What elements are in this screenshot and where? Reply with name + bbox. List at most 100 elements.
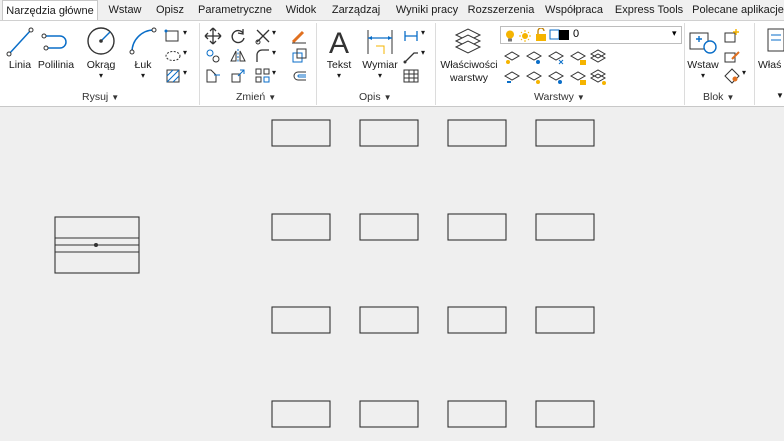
circle-icon[interactable]: [85, 25, 117, 57]
arc-dropdown-icon[interactable]: ▾: [138, 71, 148, 80]
desk-rectangle[interactable]: [359, 306, 419, 334]
mirror-icon[interactable]: [229, 47, 247, 65]
layer-dropdown-arrow-icon[interactable]: ▾: [672, 28, 677, 39]
rectangle-dropdown-icon[interactable]: ▾: [183, 28, 187, 37]
scale-icon[interactable]: [229, 67, 247, 85]
desk-rectangle[interactable]: [447, 213, 507, 241]
layer-states-icon[interactable]: [589, 48, 607, 66]
desk-rectangle[interactable]: [535, 213, 595, 241]
panel-title-blok[interactable]: Blok ▼: [703, 91, 734, 103]
panel-title-opis[interactable]: Opis ▼: [359, 91, 392, 103]
desk-rectangle[interactable]: [535, 400, 595, 428]
polyline-tool-label[interactable]: Polilinia: [36, 59, 76, 71]
text-dropdown-icon[interactable]: ▾: [334, 71, 344, 80]
layer-properties-icon[interactable]: [450, 25, 484, 55]
layer-unisolate-icon[interactable]: [525, 68, 543, 86]
table-icon[interactable]: [402, 67, 420, 85]
text-icon[interactable]: A: [325, 26, 353, 58]
desk-rectangle[interactable]: [359, 213, 419, 241]
chevron-down-icon[interactable]: ▼: [776, 91, 784, 100]
drawing-canvas[interactable]: [0, 107, 784, 441]
properties-label[interactable]: Właś: [758, 59, 781, 71]
line-tool-label[interactable]: Linia: [6, 59, 34, 71]
desk-rectangle[interactable]: [359, 119, 419, 147]
tab-parametryczne[interactable]: Parametryczne: [196, 0, 274, 20]
arc-tool-label[interactable]: Łuk: [130, 59, 156, 71]
desk-rectangle[interactable]: [271, 213, 331, 241]
hatch-icon[interactable]: [164, 47, 182, 65]
hatch-dropdown-icon[interactable]: ▾: [183, 48, 187, 57]
layer-dropdown[interactable]: 0 ▾: [500, 26, 682, 44]
desk-rectangle[interactable]: [271, 400, 331, 428]
panel-title-zmien[interactable]: Zmień ▼: [236, 91, 276, 103]
layer-isolate-icon[interactable]: [525, 48, 543, 66]
array-icon[interactable]: [254, 67, 272, 85]
desk-rectangle[interactable]: [535, 306, 595, 334]
tab-opisz[interactable]: Opisz: [152, 0, 188, 20]
text-tool-label[interactable]: Tekst: [322, 59, 356, 71]
circle-dropdown-icon[interactable]: ▾: [96, 71, 106, 80]
dimension-tool-label[interactable]: Wymiar: [361, 59, 399, 71]
layer-off-icon[interactable]: [547, 68, 565, 86]
unlock-icon[interactable]: [535, 27, 547, 41]
desk-rectangle[interactable]: [271, 119, 331, 147]
multileader-icon[interactable]: [402, 47, 420, 65]
explode-icon[interactable]: [290, 47, 308, 65]
desk-rectangle[interactable]: [447, 400, 507, 428]
tab-widok[interactable]: Widok: [282, 0, 320, 20]
trim-icon[interactable]: [254, 27, 272, 45]
stretch-icon[interactable]: [204, 67, 222, 85]
line-icon[interactable]: [5, 26, 35, 58]
arc-icon[interactable]: [128, 26, 158, 56]
gradient-dropdown-icon[interactable]: ▾: [183, 68, 187, 77]
copy-icon[interactable]: [204, 47, 222, 65]
layer-match-icon[interactable]: [503, 48, 521, 66]
tab-zarzadzaj[interactable]: Zarządzaj: [328, 0, 384, 20]
trim-dropdown-icon[interactable]: ▾: [272, 28, 276, 37]
attribute-dropdown-icon[interactable]: ▾: [742, 68, 746, 77]
move-icon[interactable]: [204, 27, 222, 45]
tab-polecane-aplikacje[interactable]: Polecane aplikacje: [692, 0, 784, 20]
attribute-icon[interactable]: [723, 67, 741, 85]
layer-lock-icon[interactable]: [569, 48, 587, 66]
insert-dropdown-icon[interactable]: ▾: [698, 71, 708, 80]
desk-rectangle[interactable]: [359, 400, 419, 428]
panel-title-warstwy[interactable]: Warstwy ▼: [534, 91, 585, 103]
multileader-dropdown-icon[interactable]: ▾: [421, 48, 425, 57]
panel-title-rysuj[interactable]: Rysuj ▼: [82, 91, 119, 103]
front-desk-block[interactable]: [54, 216, 140, 274]
desk-rectangle[interactable]: [447, 306, 507, 334]
insert-block-icon[interactable]: [688, 25, 720, 57]
sun-icon[interactable]: [519, 29, 531, 42]
layer-unlock-icon[interactable]: [569, 68, 587, 86]
array-dropdown-icon[interactable]: ▾: [272, 68, 276, 77]
dimension-dropdown-icon[interactable]: ▾: [375, 71, 385, 80]
leader-dropdown-icon[interactable]: ▾: [421, 28, 425, 37]
rectangle-icon[interactable]: [164, 27, 182, 45]
leader-icon[interactable]: [402, 27, 420, 45]
insert-block-label[interactable]: Wstaw: [686, 59, 720, 71]
tab-rozszerzenia[interactable]: Rozszerzenia: [466, 0, 536, 20]
bulb-icon[interactable]: [505, 29, 515, 42]
offset-icon[interactable]: [290, 67, 308, 85]
tab-wyniki-pracy[interactable]: Wyniki pracy: [392, 0, 462, 20]
desk-rectangle[interactable]: [271, 306, 331, 334]
layer-freeze-icon[interactable]: [547, 48, 565, 66]
layer-properties-label-2[interactable]: warstwy: [440, 72, 498, 84]
desk-rectangle[interactable]: [447, 119, 507, 147]
tab-wspolpraca[interactable]: Współpraca: [542, 0, 606, 20]
fillet-dropdown-icon[interactable]: ▾: [272, 48, 276, 57]
layer-properties-label-1[interactable]: Właściwości: [440, 59, 498, 71]
polyline-icon[interactable]: [40, 26, 72, 58]
gradient-icon[interactable]: [164, 67, 182, 85]
edit-block-icon[interactable]: [723, 47, 741, 65]
properties-icon[interactable]: [764, 25, 784, 57]
layer-walk-icon[interactable]: [589, 68, 607, 86]
layer-make-current-icon[interactable]: [503, 68, 521, 86]
fillet-icon[interactable]: [254, 47, 272, 65]
rotate-icon[interactable]: [229, 27, 247, 45]
circle-tool-label[interactable]: Okrąg: [84, 59, 118, 71]
dimension-icon[interactable]: [364, 26, 396, 58]
tab-express-tools[interactable]: Express Tools: [614, 0, 684, 20]
erase-icon[interactable]: [290, 27, 308, 45]
